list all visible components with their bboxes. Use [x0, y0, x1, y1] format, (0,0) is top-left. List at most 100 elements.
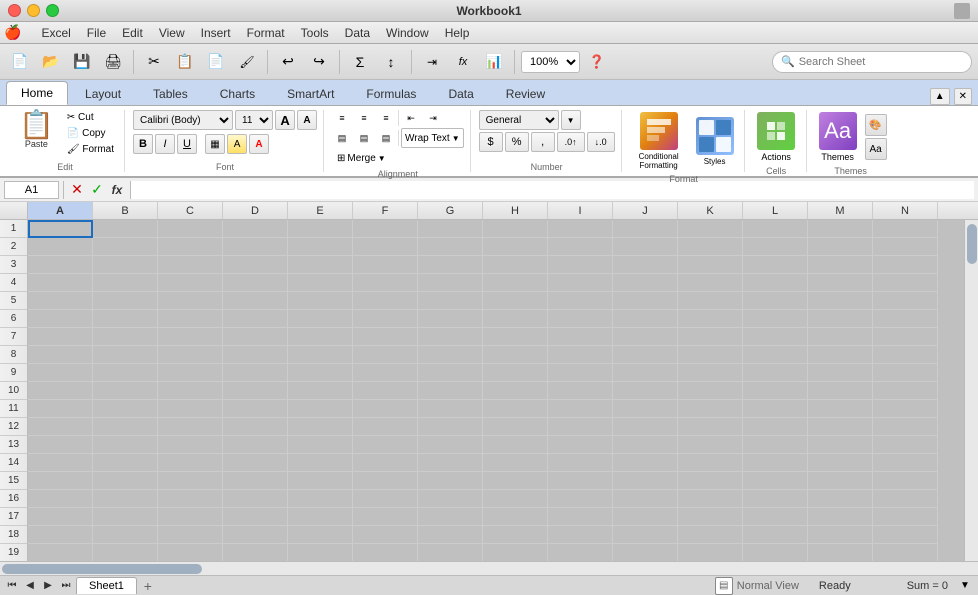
- cell-D13[interactable]: [223, 436, 288, 454]
- toolbar-format-painter[interactable]: 🖌: [233, 48, 261, 76]
- row-header-12[interactable]: 12: [0, 418, 27, 436]
- cell-B15[interactable]: [93, 472, 158, 490]
- cell-L16[interactable]: [743, 490, 808, 508]
- row-header-19[interactable]: 19: [0, 544, 27, 561]
- cell-E4[interactable]: [288, 274, 353, 292]
- cell-A16[interactable]: [28, 490, 93, 508]
- toolbar-new[interactable]: 📄: [6, 48, 34, 76]
- cell-B17[interactable]: [93, 508, 158, 526]
- horizontal-scrollbar[interactable]: [0, 561, 978, 575]
- cell-H19[interactable]: [483, 544, 548, 561]
- row-header-1[interactable]: 1: [0, 220, 27, 238]
- menu-tools[interactable]: Tools: [293, 24, 337, 42]
- cell-M19[interactable]: [808, 544, 873, 561]
- cell-J11[interactable]: [613, 400, 678, 418]
- cell-N8[interactable]: [873, 346, 938, 364]
- cell-H15[interactable]: [483, 472, 548, 490]
- row-header-16[interactable]: 16: [0, 490, 27, 508]
- cell-F1[interactable]: [353, 220, 418, 238]
- cell-G19[interactable]: [418, 544, 483, 561]
- cell-N17[interactable]: [873, 508, 938, 526]
- cell-I3[interactable]: [548, 256, 613, 274]
- cell-M11[interactable]: [808, 400, 873, 418]
- toolbar-function[interactable]: fx: [449, 48, 477, 76]
- cell-A1[interactable]: [28, 220, 93, 238]
- cell-F17[interactable]: [353, 508, 418, 526]
- cell-L18[interactable]: [743, 526, 808, 544]
- cell-G5[interactable]: [418, 292, 483, 310]
- align-center-btn[interactable]: ▤: [354, 130, 374, 146]
- cell-C12[interactable]: [158, 418, 223, 436]
- cell-B13[interactable]: [93, 436, 158, 454]
- align-right-btn[interactable]: ▤: [376, 130, 396, 146]
- cell-B5[interactable]: [93, 292, 158, 310]
- cell-N18[interactable]: [873, 526, 938, 544]
- cell-A4[interactable]: [28, 274, 93, 292]
- cell-G3[interactable]: [418, 256, 483, 274]
- cell-I1[interactable]: [548, 220, 613, 238]
- cell-M14[interactable]: [808, 454, 873, 472]
- cancel-formula-btn[interactable]: ✕: [68, 181, 86, 199]
- cell-N11[interactable]: [873, 400, 938, 418]
- cell-J8[interactable]: [613, 346, 678, 364]
- cell-reference[interactable]: A1: [4, 181, 59, 199]
- cell-M17[interactable]: [808, 508, 873, 526]
- cell-K17[interactable]: [678, 508, 743, 526]
- row-header-5[interactable]: 5: [0, 292, 27, 310]
- cell-F10[interactable]: [353, 382, 418, 400]
- comma-btn[interactable]: ,: [531, 132, 555, 152]
- paste-button[interactable]: 📋 Paste: [12, 110, 61, 150]
- cell-F6[interactable]: [353, 310, 418, 328]
- cell-L13[interactable]: [743, 436, 808, 454]
- number-format-select[interactable]: General Number Currency Accounting Date …: [479, 110, 559, 130]
- cell-H7[interactable]: [483, 328, 548, 346]
- cell-L9[interactable]: [743, 364, 808, 382]
- cell-C11[interactable]: [158, 400, 223, 418]
- cell-G16[interactable]: [418, 490, 483, 508]
- row-header-2[interactable]: 2: [0, 238, 27, 256]
- cell-E15[interactable]: [288, 472, 353, 490]
- align-top-left[interactable]: ≡: [332, 110, 352, 126]
- font-color-btn[interactable]: A: [249, 134, 269, 154]
- toolbar-filter[interactable]: ⇥: [418, 48, 446, 76]
- cell-A10[interactable]: [28, 382, 93, 400]
- cell-D5[interactable]: [223, 292, 288, 310]
- row-header-8[interactable]: 8: [0, 346, 27, 364]
- menu-data[interactable]: Data: [337, 24, 378, 42]
- cell-M13[interactable]: [808, 436, 873, 454]
- row-header-6[interactable]: 6: [0, 310, 27, 328]
- cell-D14[interactable]: [223, 454, 288, 472]
- cell-D7[interactable]: [223, 328, 288, 346]
- row-header-14[interactable]: 14: [0, 454, 27, 472]
- cell-G18[interactable]: [418, 526, 483, 544]
- font-size-select[interactable]: 11 8 9 10 12 14 16 18 24 36 48 72: [235, 110, 273, 130]
- cell-G11[interactable]: [418, 400, 483, 418]
- toolbar-paste[interactable]: 📄: [202, 48, 230, 76]
- cell-A6[interactable]: [28, 310, 93, 328]
- menu-insert[interactable]: Insert: [193, 24, 239, 42]
- border-btn[interactable]: ▦: [205, 134, 225, 154]
- row-header-10[interactable]: 10: [0, 382, 27, 400]
- scrollbar-h-thumb[interactable]: [2, 564, 202, 574]
- cell-C9[interactable]: [158, 364, 223, 382]
- decimal-increase-btn[interactable]: .0↑: [557, 132, 585, 152]
- sheet-nav-next[interactable]: ▶: [40, 578, 56, 594]
- row-header-17[interactable]: 17: [0, 508, 27, 526]
- toolbar-print[interactable]: 🖨: [99, 48, 127, 76]
- cell-D18[interactable]: [223, 526, 288, 544]
- cell-I7[interactable]: [548, 328, 613, 346]
- cell-J16[interactable]: [613, 490, 678, 508]
- cell-N14[interactable]: [873, 454, 938, 472]
- cell-H13[interactable]: [483, 436, 548, 454]
- cell-K9[interactable]: [678, 364, 743, 382]
- cell-E12[interactable]: [288, 418, 353, 436]
- cell-G2[interactable]: [418, 238, 483, 256]
- cell-A13[interactable]: [28, 436, 93, 454]
- cell-I19[interactable]: [548, 544, 613, 561]
- search-input[interactable]: [799, 56, 963, 68]
- cell-A12[interactable]: [28, 418, 93, 436]
- col-header-G[interactable]: G: [418, 202, 483, 219]
- cell-L1[interactable]: [743, 220, 808, 238]
- cell-D9[interactable]: [223, 364, 288, 382]
- cell-C8[interactable]: [158, 346, 223, 364]
